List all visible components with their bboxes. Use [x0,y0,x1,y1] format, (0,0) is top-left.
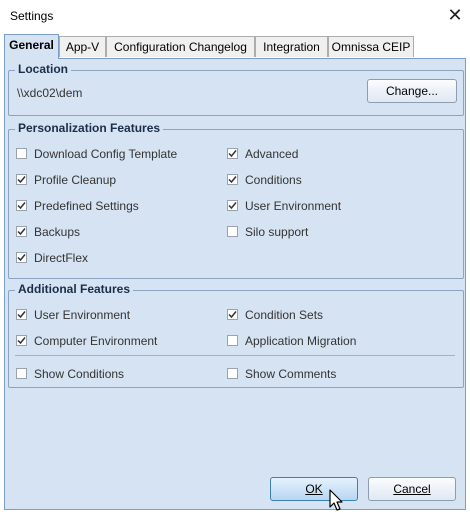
location-group: Location \\xdc02\dem Change... [8,62,464,116]
checkbox-box [16,309,27,320]
checkbox-box [16,174,27,185]
ok-label: OK [305,482,323,496]
checkbox-label: Conditions [245,173,302,187]
cancel-button[interactable]: Cancel [368,477,456,501]
check-icon [17,311,26,319]
checkbox-box [227,226,238,237]
checkbox-box [16,252,27,263]
check-icon [17,202,26,210]
checkbox-label: Application Migration [245,334,357,348]
check-icon [17,254,26,262]
checkbox-box [16,368,27,379]
additional-features-group: Additional Features User Environment Con… [8,282,464,388]
check-icon [228,311,237,319]
tab-strip: General App-V Configuration Changelog In… [4,34,466,59]
checkbox-box [227,200,238,211]
checkbox-box [16,226,27,237]
tab-configuration-changelog[interactable]: Configuration Changelog [106,36,255,57]
checkbox-label: Predefined Settings [34,199,139,213]
checkbox-label: Download Config Template [34,147,178,161]
check-icon [17,176,26,184]
check-icon [228,176,237,184]
mouse-pointer-icon [329,489,343,511]
checkbox-label: Show Comments [245,367,337,381]
close-icon[interactable]: ✕ [444,5,466,27]
checkbox-box [227,335,238,346]
change-label-b: e... [421,84,439,98]
general-tab-panel: Location \\xdc02\dem Change... Personali… [4,58,466,510]
personalization-group: Personalization Features Download Config… [8,121,464,279]
check-icon [17,337,26,345]
personalization-legend: Personalization Features [15,121,164,135]
cancel-label: Cancel [393,482,431,496]
check-icon [228,202,237,210]
window-title: Settings [10,9,54,23]
tab-omnissa-ceip[interactable]: Omnissa CEIP [328,36,414,57]
check-icon [228,150,237,158]
checkbox-label: Show Conditions [34,367,125,381]
location-path: \\xdc02\dem [17,86,83,100]
checkbox-label: User Environment [34,308,131,322]
check-icon [17,228,26,236]
checkbox-box [16,200,27,211]
checkbox-box [227,148,238,159]
change-button[interactable]: Change... [367,79,457,103]
tab-integration[interactable]: Integration [255,36,328,57]
checkbox-label: User Environment [245,199,342,213]
checkbox-box [227,309,238,320]
checkbox-box [16,335,27,346]
checkbox-box [16,148,27,159]
checkbox-label: Profile Cleanup [34,173,117,187]
checkbox-label: Backups [34,225,81,239]
tab-general[interactable]: General [4,34,59,59]
separator [15,355,455,356]
checkbox-label: DirectFlex [34,251,89,265]
location-legend: Location [15,62,71,76]
checkbox-label: Advanced [245,147,299,161]
additional-legend: Additional Features [15,282,134,296]
checkbox-label: Silo support [245,225,309,239]
checkbox-box [227,174,238,185]
checkbox-label: Condition Sets [245,308,324,322]
checkbox-label: Computer Environment [34,334,158,348]
checkbox-box [227,368,238,379]
title-bar: Settings ✕ [0,0,470,32]
change-label-a: Chan [385,84,415,98]
tab-app-v[interactable]: App-V [59,36,106,57]
